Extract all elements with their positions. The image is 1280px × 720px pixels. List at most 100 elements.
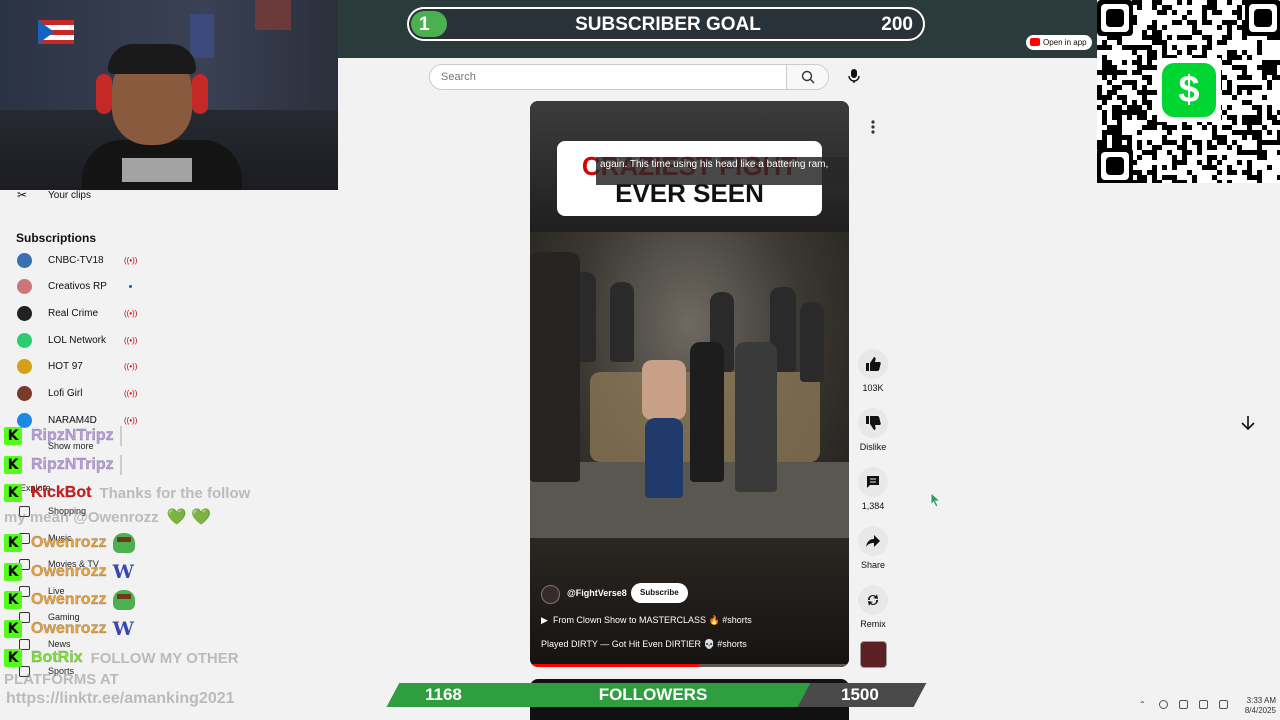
sidebar-channel[interactable]: CNBC-TV18 ((•)) [0, 247, 152, 273]
qr-module [1192, 45, 1197, 50]
qr-module [1112, 110, 1117, 115]
sidebar-channel[interactable]: LOL Network ((•)) [0, 327, 152, 353]
qr-module [1187, 45, 1192, 50]
sidebar-item-your-clips[interactable]: ✂ Your clips [0, 182, 152, 208]
qr-module [1212, 145, 1217, 150]
chat-username: Owenrozz [31, 534, 107, 551]
qr-module [1142, 90, 1147, 95]
qr-finder [1106, 9, 1124, 27]
qr-module [1242, 150, 1247, 155]
qr-module [1247, 85, 1252, 90]
qr-module [1202, 35, 1207, 40]
qr-module [1272, 60, 1277, 65]
subscribe-button[interactable]: Subscribe [631, 583, 688, 603]
qr-module [1197, 160, 1202, 165]
qr-module [1247, 90, 1252, 95]
qr-module [1167, 5, 1172, 10]
qr-module [1197, 150, 1202, 155]
sidebar-channel[interactable]: Real Crime ((•)) [0, 300, 152, 326]
search-input[interactable]: Search [441, 71, 476, 83]
qr-module [1112, 105, 1117, 110]
next-video-button[interactable] [1237, 412, 1259, 434]
qr-module [1272, 140, 1277, 145]
playlist-link[interactable]: ▶ From Clown Show to MASTERCLASS 🔥 #shor… [541, 615, 752, 626]
chat-message: K Owenrozz [4, 587, 135, 613]
qr-module [1257, 175, 1262, 180]
chevron-up-icon[interactable]: ⌃ [1139, 700, 1148, 709]
qr-module [1207, 140, 1212, 145]
qr-module [1127, 110, 1132, 115]
qr-module [1132, 110, 1137, 115]
qr-module [1152, 30, 1157, 35]
qr-module [1122, 70, 1127, 75]
microphone-tray-icon[interactable] [1179, 700, 1188, 709]
qr-module [1237, 75, 1242, 80]
qr-module [1122, 80, 1127, 85]
qr-module [1247, 150, 1252, 155]
qr-module [1137, 110, 1142, 115]
more-options-button[interactable] [862, 116, 884, 138]
qr-module [1162, 140, 1167, 145]
qr-module [1232, 115, 1237, 120]
qr-module [1202, 45, 1207, 50]
qr-module [1267, 85, 1272, 90]
qr-module [1117, 115, 1122, 120]
qr-module [1192, 180, 1197, 183]
qr-module [1152, 90, 1157, 95]
qr-module [1132, 80, 1137, 85]
cloud-icon[interactable] [1159, 700, 1168, 709]
video-title[interactable]: Played DIRTY — Got Hit Even DIRTIER 💀 #s… [541, 639, 747, 650]
clock[interactable]: 3:33 AM 8/4/2025 [1240, 696, 1276, 716]
qr-module [1147, 125, 1152, 130]
qr-module [1202, 165, 1207, 170]
channel-name[interactable]: @FightVerse8 [567, 588, 627, 598]
channel-avatar-icon [17, 305, 32, 321]
qr-module [1207, 0, 1212, 5]
qr-module [1237, 5, 1242, 10]
channel-thumbnail[interactable] [860, 641, 887, 668]
wifi-icon[interactable] [1199, 700, 1208, 709]
voice-search-button[interactable] [843, 65, 865, 87]
qr-module [1142, 65, 1147, 70]
dislike-button[interactable]: Dislike [858, 408, 888, 452]
qr-module [1227, 50, 1232, 55]
channel-label: Real Crime [48, 307, 99, 319]
volume-icon[interactable] [1219, 700, 1228, 709]
remix-icon [868, 594, 878, 606]
qr-module [1222, 90, 1227, 95]
share-button[interactable]: Share [858, 526, 888, 570]
qr-module [1257, 50, 1262, 55]
sidebar-channel[interactable]: Lofi Girl ((•)) [0, 381, 152, 407]
qr-module [1212, 165, 1217, 170]
chat-text: PLATFORMS AT [4, 670, 119, 688]
search-button[interactable] [786, 65, 828, 89]
comments-button[interactable]: 1,384 [858, 467, 888, 511]
chat-link-text: https://linktr.ee/amanking2021 [6, 690, 235, 707]
qr-module [1147, 60, 1152, 65]
video-top-area: CRAZIEST FIGHT EVER SEEN again. This tim… [530, 101, 849, 232]
open-in-app-button[interactable]: Open in app [1026, 35, 1092, 50]
remix-button[interactable]: Remix [858, 585, 888, 629]
qr-module [1167, 150, 1172, 155]
qr-module [1242, 70, 1247, 75]
like-button[interactable]: 103K [858, 349, 888, 393]
qr-module [1207, 45, 1212, 50]
channel-avatar[interactable] [541, 585, 560, 604]
qr-module [1147, 50, 1152, 55]
qr-module [1247, 165, 1252, 170]
video-progress-bar[interactable] [530, 664, 849, 667]
qr-module [1112, 70, 1117, 75]
short-video-player[interactable]: CRAZIEST FIGHT EVER SEEN again. This tim… [530, 101, 849, 667]
qr-module [1187, 135, 1192, 140]
sidebar-channel[interactable]: HOT 97 ((•)) [0, 354, 152, 380]
youtube-icon [1030, 38, 1040, 46]
sidebar-channel[interactable]: Creativos RP [0, 274, 152, 300]
qr-module [1112, 130, 1117, 135]
qr-module [1147, 65, 1152, 70]
qr-module [1112, 140, 1117, 145]
search-box[interactable]: Search [429, 64, 829, 90]
video-progress-fill [530, 664, 700, 667]
qr-module [1227, 30, 1232, 35]
pepe-emote-icon [112, 590, 135, 610]
qr-module [1137, 115, 1142, 120]
